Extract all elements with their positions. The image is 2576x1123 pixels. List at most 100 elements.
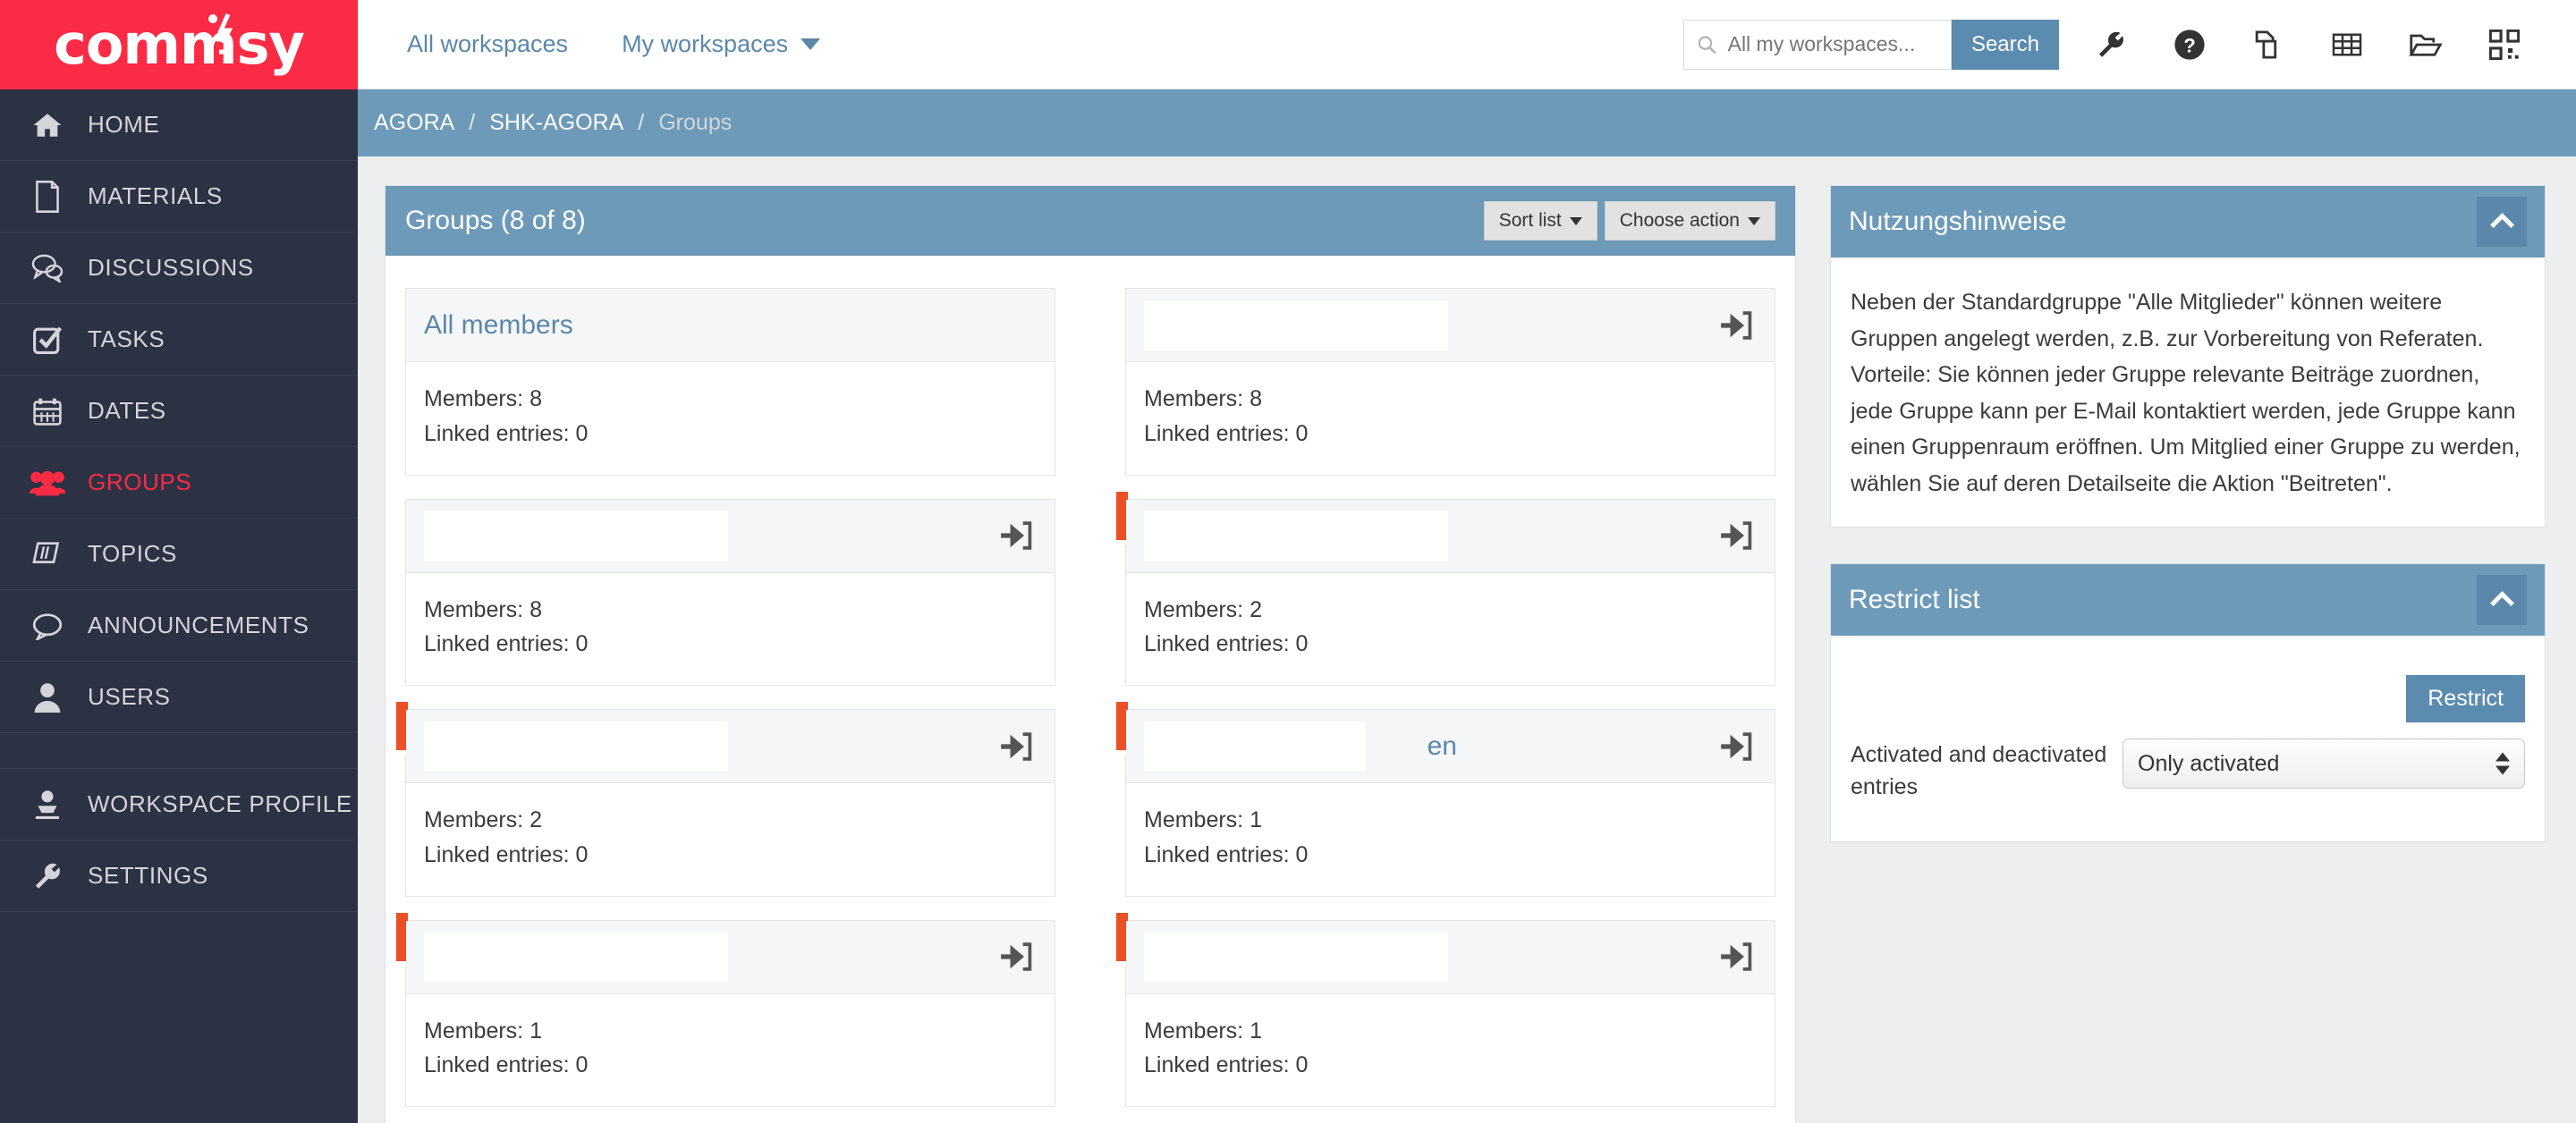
choose-action-label: Choose action — [1619, 210, 1740, 231]
sidebar-item-label: TASKS — [88, 325, 165, 352]
group-card[interactable]: Members: 2 Linked entries: 0 — [396, 702, 1055, 897]
restrict-button[interactable]: Restrict — [2406, 675, 2525, 722]
sidebar-item-groups[interactable]: GROUPS — [0, 447, 358, 519]
activation-filter-value: Only activated — [2138, 750, 2280, 776]
group-card-box: en Members: 1 Linked entries: 0 — [1125, 709, 1775, 897]
search-box[interactable] — [1682, 19, 1952, 70]
grid-table-icon[interactable] — [2308, 18, 2386, 72]
brand-logo[interactable]: commsy — [0, 0, 358, 89]
group-card-body: Members: 1 Linked entries: 0 — [1126, 783, 1775, 896]
hints-text: Neben der Standardgruppe "Alle Mitgliede… — [1851, 290, 2521, 496]
group-card-box: Members: 1 Linked entries: 0 — [405, 919, 1055, 1107]
open-folder-icon[interactable] — [2386, 18, 2465, 72]
enter-group-icon[interactable] — [996, 726, 1037, 767]
choose-action-button[interactable]: Choose action — [1604, 201, 1775, 241]
group-card-body: Members: 1 Linked entries: 0 — [406, 993, 1055, 1106]
sidebar-item-workspace-profile[interactable]: WORKSPACE PROFILE — [0, 769, 358, 840]
svg-text:?: ? — [2183, 34, 2196, 56]
enter-group-icon[interactable] — [1716, 726, 1757, 767]
profile-icon — [23, 789, 72, 820]
groups-panel-actions: Sort list Choose action — [1483, 201, 1775, 241]
group-card-title[interactable] — [1144, 300, 1448, 350]
group-linked-count: Linked entries: 0 — [1144, 841, 1309, 867]
collapse-restrict-button[interactable] — [2477, 575, 2527, 625]
group-card-body: Members: 8 Linked entries: 0 — [406, 362, 1055, 475]
group-card-title[interactable] — [424, 932, 728, 982]
qr-code-icon[interactable] — [2465, 18, 2544, 72]
enter-group-icon[interactable] — [996, 515, 1037, 556]
sidebar-item-home[interactable]: HOME — [0, 89, 358, 161]
sidebar-item-users[interactable]: USERS — [0, 662, 358, 733]
group-card-title[interactable] — [424, 721, 728, 772]
sidebar-item-label: MATERIALS — [88, 182, 223, 209]
group-card[interactable]: en Members: 1 Linked entries: 0 — [1116, 702, 1775, 897]
sort-list-button[interactable]: Sort list — [1483, 201, 1597, 241]
sidebar-item-label: WORKSPACE PROFILE — [88, 790, 352, 817]
group-members-count: Members: 8 — [1144, 386, 1262, 411]
wrench-icon — [23, 861, 72, 891]
sidebar-item-dates[interactable]: DATES — [0, 376, 358, 447]
group-linked-count: Linked entries: 0 — [424, 841, 589, 867]
group-linked-count: Linked entries: 0 — [1144, 1052, 1309, 1078]
breadcrumb-item-shk-agora[interactable]: SHK-AGORA — [489, 110, 623, 136]
group-card-title[interactable] — [1144, 511, 1448, 561]
hints-panel-header: Nutzungshinweise — [1831, 186, 2545, 258]
group-members-count: Members: 1 — [1144, 807, 1262, 832]
enter-group-icon[interactable] — [1716, 305, 1757, 346]
sidebar-item-label: ANNOUNCEMENTS — [88, 612, 309, 638]
group-card[interactable]: Members: 8 Linked entries: 0 — [405, 498, 1055, 686]
enter-group-icon[interactable] — [996, 936, 1037, 977]
group-card-title[interactable]: All members — [424, 310, 573, 341]
nav-all-workspaces[interactable]: All workspaces — [407, 30, 568, 58]
groups-panel-header: Groups (8 of 8) Sort list Choose action — [386, 186, 1795, 256]
sidebar-item-topics[interactable]: TOPICS — [0, 519, 358, 590]
sidebar-item-announcements[interactable]: ANNOUNCEMENTS — [0, 590, 358, 662]
group-card-title[interactable]: en — [1144, 721, 1502, 772]
group-members-count: Members: 2 — [424, 807, 542, 832]
checkbox-icon — [23, 325, 72, 355]
sidebar-item-label: DISCUSSIONS — [88, 254, 254, 281]
sidebar-item-settings[interactable]: SETTINGS — [0, 840, 358, 912]
group-card[interactable]: Members: 1 Linked entries: 0 — [1116, 912, 1775, 1107]
group-card-box: Members: 2 Linked entries: 0 — [405, 709, 1055, 897]
activation-filter-select[interactable]: Only activated — [2123, 739, 2525, 789]
group-card-box: Members: 8 Linked entries: 0 — [1125, 288, 1775, 476]
group-card-title[interactable] — [424, 511, 728, 561]
group-card[interactable]: Members: 1 Linked entries: 0 — [396, 912, 1055, 1107]
collapse-hints-button[interactable] — [2477, 197, 2527, 247]
help-circle-icon[interactable]: ? — [2150, 18, 2229, 72]
group-linked-count: Linked entries: 0 — [424, 1052, 589, 1078]
search-input[interactable] — [1727, 32, 1938, 56]
app-root: commsy HOME MATERIALS DISCUSSIONS TASKS … — [0, 0, 2576, 1123]
sidebar-item-materials[interactable]: MATERIALS — [0, 161, 358, 232]
sidebar-item-label: SETTINGS — [88, 862, 208, 889]
breadcrumb-current: Groups — [658, 110, 733, 135]
group-card[interactable]: All members Members: 8 Linked entries: 0 — [405, 288, 1055, 476]
search-button[interactable]: Search — [1951, 19, 2059, 70]
sidebar-item-discussions[interactable]: DISCUSSIONS — [0, 232, 358, 304]
chevron-down-icon — [1569, 216, 1582, 225]
restrict-panel-body: Restrict Activated and deactivated entri… — [1831, 636, 2545, 841]
breadcrumb-item-agora[interactable]: AGORA — [374, 110, 454, 136]
nav-my-workspaces[interactable]: My workspaces — [622, 30, 821, 58]
enter-group-icon[interactable] — [1716, 515, 1757, 556]
top-bar: All workspaces My workspaces Search — [358, 0, 2576, 89]
calendar-icon — [23, 396, 72, 426]
group-card[interactable]: Members: 2 Linked entries: 0 — [1116, 491, 1775, 686]
sidebar-nav: HOME MATERIALS DISCUSSIONS TASKS DATES G… — [0, 89, 358, 912]
commsy-figure-icon — [208, 13, 233, 55]
enter-group-icon[interactable] — [1716, 936, 1757, 977]
copy-pages-icon[interactable] — [2229, 18, 2308, 72]
group-card-body: Members: 8 Linked entries: 0 — [1126, 362, 1775, 475]
group-members-count: Members: 8 — [424, 596, 542, 622]
groups-grid: All members Members: 8 Linked entries: 0 Me… — [386, 256, 1795, 1123]
group-linked-count: Linked entries: 0 — [424, 631, 589, 657]
breadcrumb-separator: / — [638, 110, 645, 135]
group-card-header: en — [1126, 710, 1775, 783]
people-icon — [23, 469, 72, 496]
hints-panel: Nutzungshinweise Neben der Standardgrupp… — [1830, 185, 2546, 528]
group-card[interactable]: Members: 8 Linked entries: 0 — [1125, 288, 1775, 476]
wrench-icon[interactable] — [2072, 18, 2150, 72]
group-card-title[interactable] — [1144, 932, 1448, 982]
sidebar-item-tasks[interactable]: TASKS — [0, 304, 358, 376]
